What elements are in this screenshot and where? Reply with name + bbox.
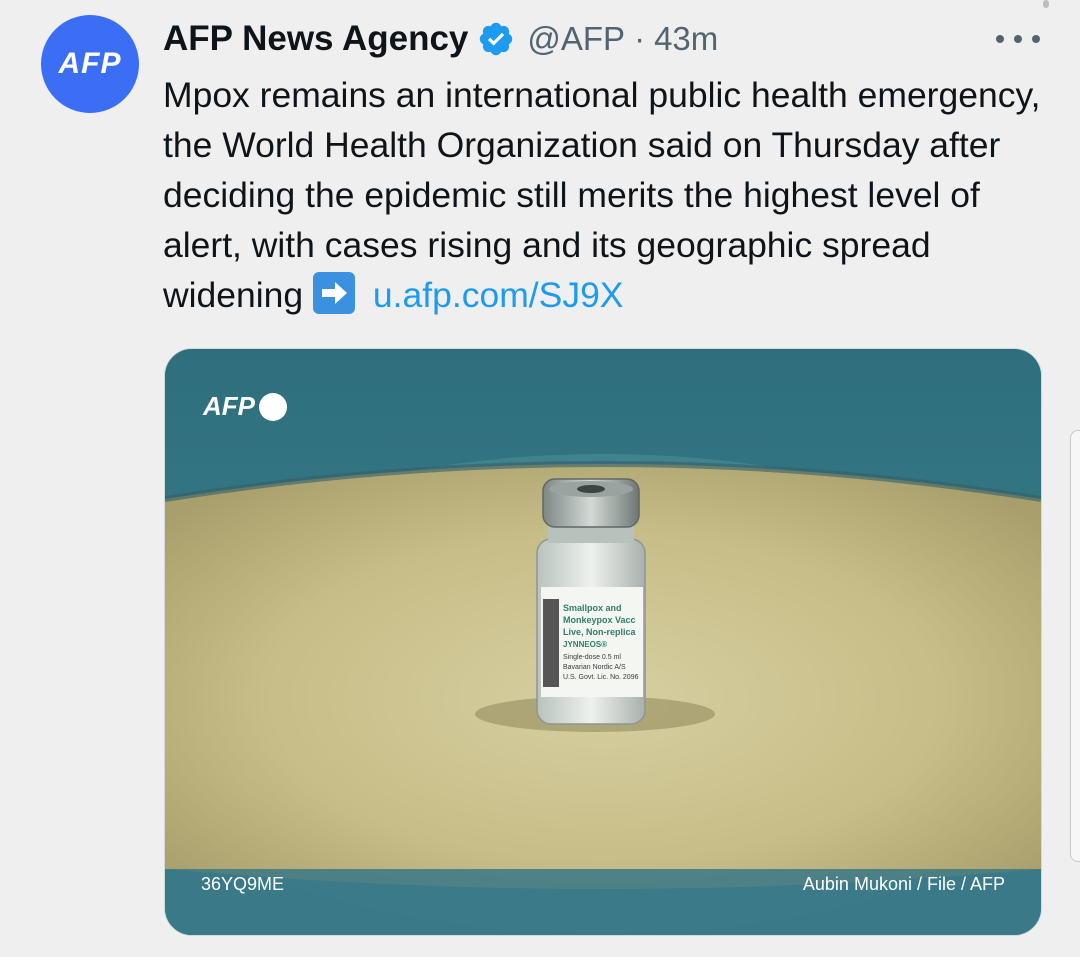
more-options-icon[interactable] [996, 24, 1040, 54]
tweet-media-image[interactable]: Smallpox and Monkeypox Vacc Live, Non-re… [164, 348, 1042, 936]
vial-photo: Smallpox and Monkeypox Vacc Live, Non-re… [165, 349, 1041, 935]
tweet-text: Mpox remains an international public hea… [163, 70, 1063, 320]
author-handle[interactable]: @AFP [527, 20, 625, 58]
timestamp[interactable]: 43m [654, 20, 718, 58]
svg-text:JYNNEOS®: JYNNEOS® [563, 640, 607, 649]
tweet-header: AFP News Agency @AFP · 43m [163, 16, 718, 62]
svg-text:Live, Non-replica: Live, Non-replica [563, 627, 637, 637]
right-arrow-emoji-icon [313, 272, 356, 314]
verified-badge-icon [477, 20, 515, 58]
tweet: AFP AFP News Agency @AFP · 43m Mpox rema… [0, 0, 1080, 957]
scrollbar-top[interactable] [1043, 0, 1049, 8]
svg-text:U.S. Govt. Lic. No. 2096: U.S. Govt. Lic. No. 2096 [563, 674, 639, 681]
afp-watermark-dot-icon [259, 392, 287, 421]
svg-text:Smallpox and: Smallpox and [563, 603, 622, 613]
side-scroll-panel[interactable] [1070, 430, 1080, 862]
tweet-link[interactable]: u.afp.com/SJ9X [373, 275, 624, 315]
afp-watermark: AFP [203, 391, 287, 422]
avatar-text: AFP [58, 47, 122, 80]
author-name[interactable]: AFP News Agency [163, 19, 468, 59]
svg-text:Bavarian Nordic A/S: Bavarian Nordic A/S [563, 664, 626, 671]
avatar[interactable]: AFP [41, 15, 139, 113]
separator: · [634, 20, 646, 57]
svg-text:Monkeypox Vacc: Monkeypox Vacc [563, 615, 636, 625]
svg-text:Single-dose 0.5 ml: Single-dose 0.5 ml [563, 654, 621, 661]
media-credit: Aubin Mukoni / File / AFP [802, 874, 1005, 894]
afp-watermark-text: AFP [203, 391, 255, 421]
media-code: 36YQ9ME [201, 874, 285, 894]
